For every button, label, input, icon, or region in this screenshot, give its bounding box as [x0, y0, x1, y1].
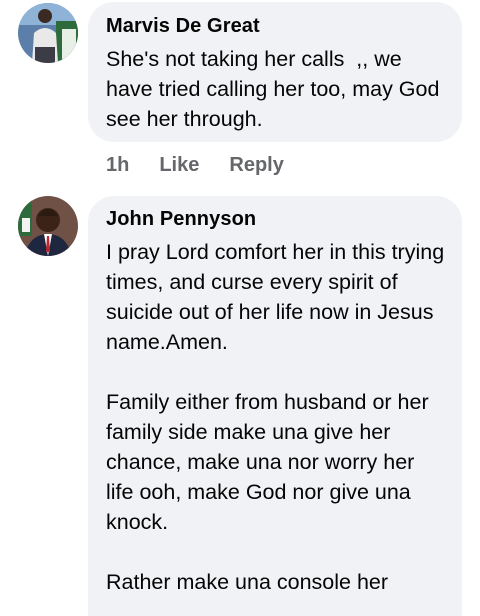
reply-button[interactable]: Reply [229, 154, 283, 177]
avatar-photo-icon [18, 3, 78, 63]
comment-author[interactable]: John Pennyson [106, 207, 446, 231]
avatar-photo-icon [18, 196, 78, 256]
comment-paragraph: Rather make una console her [106, 570, 389, 594]
comment-paragraph: Family either from husband or her family… [106, 390, 435, 534]
comment-bubble: John Pennyson I pray Lord comfort her in… [88, 196, 462, 616]
comment-timestamp[interactable]: 1h [106, 154, 129, 177]
comment-paragraph: I pray Lord comfort her in this trying t… [106, 240, 451, 354]
comment-bubble: Marvis De Great She's not taking her cal… [88, 2, 462, 142]
comment-text: She's not taking her calls ,, we have tr… [106, 47, 446, 131]
comment-author[interactable]: Marvis De Great [106, 14, 446, 38]
avatar[interactable] [18, 3, 78, 63]
comment-actions: 1h Like Reply [106, 151, 284, 179]
avatar[interactable] [18, 196, 78, 256]
like-button[interactable]: Like [159, 154, 199, 177]
